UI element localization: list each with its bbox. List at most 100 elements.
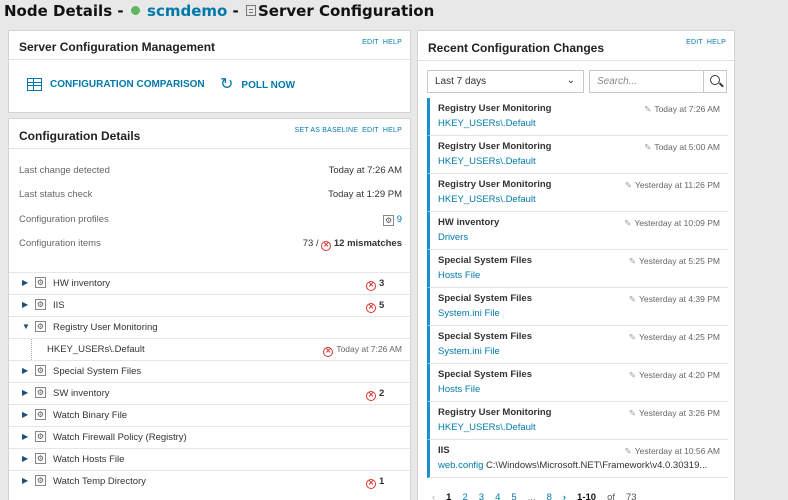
change-title: Special System Files (438, 331, 532, 342)
tree-row-hw-inventory[interactable]: ▶ ⚙ HW inventory ✕ 3 (9, 272, 410, 294)
mismatch-count-value: 2 (379, 388, 385, 399)
set-as-baseline-link[interactable]: SET AS BASELINE (295, 127, 359, 134)
tree-row-special-system-files[interactable]: ▶ ⚙ Special System Files (9, 360, 410, 382)
search-icon[interactable] (703, 71, 726, 92)
scm-edit-link[interactable]: EDIT (362, 39, 379, 46)
expand-caret-icon[interactable]: ▶ (22, 278, 28, 287)
period-select-value: Last 7 days (435, 76, 487, 87)
recent-help-link[interactable]: HELP (707, 39, 726, 46)
tree-row-watch-binary-file[interactable]: ▶ ⚙ Watch Binary File (9, 404, 410, 426)
change-detail-link[interactable]: HKEY_USERs\.Default (438, 156, 536, 167)
page-total: 73 (626, 492, 637, 500)
change-detail: Hosts File (438, 384, 481, 395)
change-item[interactable]: Registry User Monitoring HKEY_USERs\.Def… (427, 402, 728, 440)
gear-icon: ⚙ (35, 409, 46, 420)
change-item[interactable]: Special System Files Hosts File ✎ Yesterd… (427, 364, 728, 402)
details-edit-link[interactable]: EDIT (362, 127, 379, 134)
scm-help-link[interactable]: HELP (383, 39, 402, 46)
pagination: ‹ 1 2 3 4 5 ... 8 › 1-10 of 73 (432, 492, 637, 500)
page-title: Node Details - scmdemo - Server Configur… (4, 2, 434, 20)
configuration-comparison-button[interactable]: CONFIGURATION COMPARISON (27, 78, 205, 91)
node-name-link[interactable]: scmdemo (147, 2, 227, 20)
mismatch-count: ✕ 2 (366, 388, 384, 401)
last-status-label: Last status check (19, 189, 93, 200)
change-detail: System.ini File (438, 308, 500, 319)
change-detail-link[interactable]: System.ini File (438, 308, 500, 319)
page-link[interactable]: 1 (446, 492, 451, 500)
profiles-link[interactable]: ⚙ 9 (383, 214, 402, 226)
change-item[interactable]: Registry User Monitoring HKEY_USERs\.Def… (427, 136, 728, 174)
expand-caret-icon[interactable]: ▶ (22, 410, 28, 419)
mismatch-icon: ✕ (366, 281, 376, 291)
scm-panel: Server Configuration Management EDIT HELP… (8, 30, 411, 113)
next-page-button[interactable]: › (563, 492, 566, 500)
change-item[interactable]: Special System Files Hosts File ✎ Yesterd… (427, 250, 728, 288)
expand-caret-icon[interactable]: ▶ (22, 454, 28, 463)
tree-row-sw-inventory[interactable]: ▶ ⚙ SW inventory ✕ 2 (9, 382, 410, 404)
change-time-value: Today at 7:26 AM (654, 104, 720, 114)
last-status-value: Today at 1:29 PM (328, 189, 402, 200)
items-label: Configuration items (19, 238, 101, 249)
details-panel-actions: SET AS BASELINE EDIT HELP (291, 127, 402, 134)
expand-caret-icon[interactable]: ▶ (22, 432, 28, 441)
tree-row-watch-firewall-policy[interactable]: ▶ ⚙ Watch Firewall Policy (Registry) (9, 426, 410, 448)
page-range: 1-10 (577, 492, 597, 500)
expand-caret-icon[interactable]: ▶ (22, 476, 28, 485)
change-detail-link[interactable]: HKEY_USERs\.Default (438, 422, 536, 433)
tree-row-label: IIS (53, 300, 65, 311)
tree-row-watch-temp-directory[interactable]: ▶ ⚙ Watch Temp Directory ✕ 1 (9, 470, 410, 492)
change-item[interactable]: Special System Files System.ini File ✎ Ye… (427, 326, 728, 364)
recent-changes-panel: Recent Configuration Changes EDIT HELP La… (417, 30, 735, 500)
change-item[interactable]: HW inventory Drivers ✎ Yesterday at 10:09… (427, 212, 728, 250)
profile-gear-icon: ⚙ (383, 215, 395, 226)
search-input[interactable]: Search... (589, 70, 727, 93)
page-link[interactable]: 8 (547, 492, 552, 500)
gear-icon: ⚙ (35, 299, 46, 310)
change-detail-link[interactable]: HKEY_USERs\.Default (438, 194, 536, 205)
expand-caret-icon[interactable]: ▶ (22, 300, 28, 309)
tree-row-registry-user-monitoring[interactable]: ▼ ⚙ Registry User Monitoring (9, 316, 410, 338)
change-detail-link[interactable]: System.ini File (438, 346, 500, 357)
pencil-icon: ✎ (644, 104, 652, 114)
pencil-icon: ✎ (624, 180, 632, 190)
change-item[interactable]: Registry User Monitoring HKEY_USERs\.Def… (427, 174, 728, 212)
pencil-icon: ✎ (644, 142, 652, 152)
configuration-details-panel: Configuration Details SET AS BASELINE EDI… (8, 118, 411, 500)
change-detail-link[interactable]: web.config C:\Windows\Microsoft.NET\Fram… (438, 460, 707, 471)
change-item[interactable]: IIS web.config C:\Windows\Microsoft.NET\… (427, 440, 728, 478)
tree-row-watch-hosts-file[interactable]: ▶ ⚙ Watch Hosts File (9, 448, 410, 470)
change-detail-link[interactable]: Hosts File (438, 270, 480, 281)
recent-edit-link[interactable]: EDIT (686, 39, 703, 46)
divider (9, 59, 410, 60)
details-help-link[interactable]: HELP (383, 127, 402, 134)
change-detail-link[interactable]: Drivers (438, 232, 468, 243)
expand-caret-icon[interactable]: ▶ (22, 388, 28, 397)
expand-caret-icon[interactable]: ▶ (22, 366, 28, 375)
mismatch-count-value: 3 (379, 278, 385, 289)
prev-page-button[interactable]: ‹ (432, 492, 435, 500)
change-detail: HKEY_USERs\.Default (438, 194, 536, 205)
mismatch-icon: ✕ (321, 241, 332, 251)
change-time-value: Yesterday at 5:25 PM (639, 256, 720, 266)
change-time-value: Yesterday at 4:25 PM (639, 332, 720, 342)
poll-now-button[interactable]: ↻ POLL NOW (220, 77, 295, 93)
poll-now-label: POLL NOW (241, 79, 296, 91)
collapse-caret-icon[interactable]: ▼ (22, 322, 30, 331)
refresh-icon: ↻ (220, 76, 234, 93)
change-detail-link[interactable]: Hosts File (438, 384, 480, 395)
page-link[interactable]: 5 (511, 492, 516, 500)
tree-row-iis[interactable]: ▶ ⚙ IIS ✕ 5 (9, 294, 410, 316)
tree-child-label: HKEY_USERs\.Default (47, 344, 145, 355)
change-detail: Drivers (438, 232, 469, 243)
period-select[interactable]: Last 7 days ⌄ (427, 70, 584, 93)
view-name: Server Configuration (258, 2, 435, 20)
change-item[interactable]: Special System Files System.ini File ✎ Ye… (427, 288, 728, 326)
page-link[interactable]: 2 (462, 492, 467, 500)
page-link[interactable]: 4 (495, 492, 500, 500)
change-detail-link[interactable]: HKEY_USERs\.Default (438, 118, 536, 129)
change-title: Special System Files (438, 255, 532, 266)
tree-child-row[interactable]: HKEY_USERs\.Default ✕ Today at 7:26 AM (9, 338, 410, 360)
change-detail-extra: C:\Windows\Microsoft.NET\Framework\v4.0.… (483, 460, 708, 471)
page-link[interactable]: 3 (479, 492, 484, 500)
change-item[interactable]: Registry User Monitoring HKEY_USERs\.Def… (427, 98, 728, 136)
